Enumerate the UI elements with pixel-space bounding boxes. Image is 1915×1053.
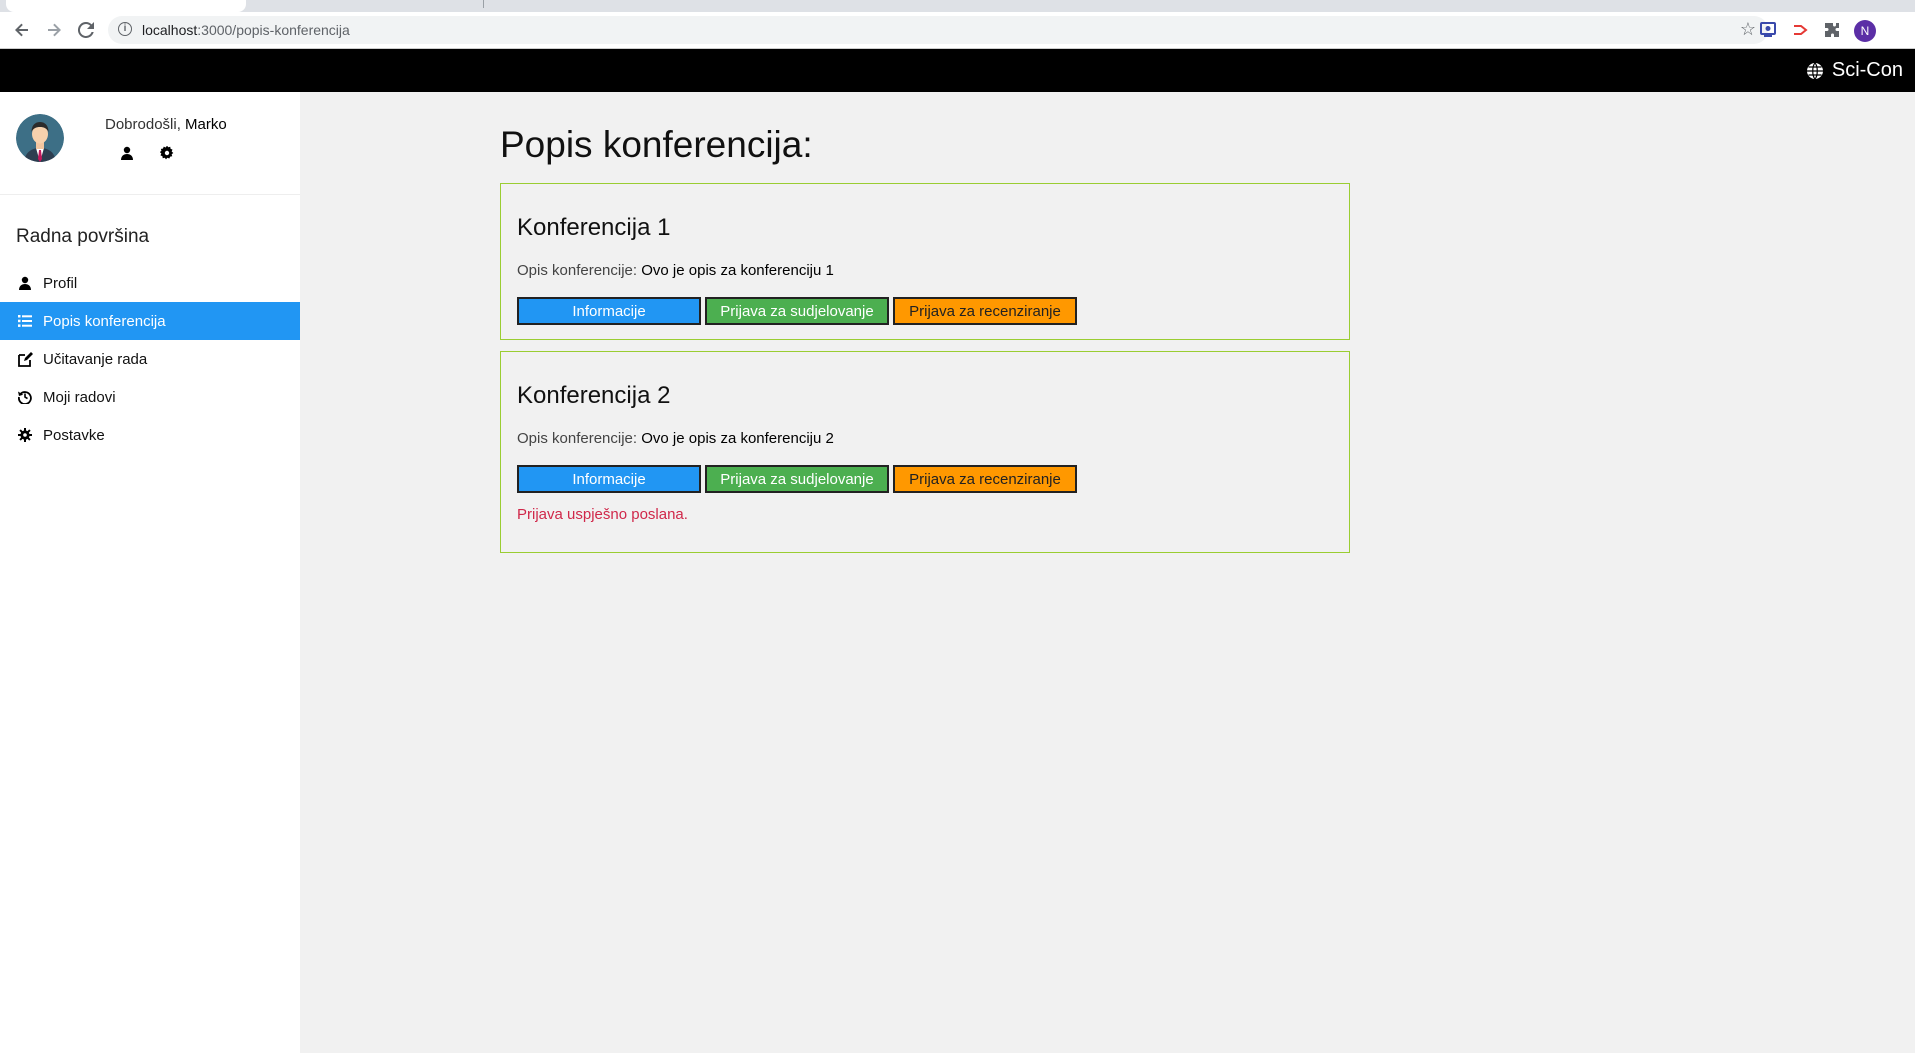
cast-extension-icon[interactable] [1790, 20, 1810, 40]
browser-tabstrip [0, 0, 1915, 12]
sidebar-item-ucitavanje-rada[interactable]: Učitavanje rada [0, 340, 300, 378]
forward-icon[interactable] [42, 18, 66, 42]
user-quick-actions [120, 145, 174, 165]
conference-name: Konferencija 2 [517, 382, 671, 409]
gear-icon [17, 427, 33, 443]
browser-tab-active[interactable] [6, 0, 246, 12]
participate-button[interactable]: Prijava za sudjelovanje [705, 297, 889, 325]
history-icon [17, 389, 33, 405]
conference-actions: Informacije Prijava za sudjelovanje Prij… [517, 465, 1077, 493]
success-message: Prijava uspješno poslana. [517, 506, 688, 523]
sidebar-menu: Profil Popis konferencija Učitavanje rad… [0, 264, 300, 454]
description-text: Ovo je opis za konferenciju 2 [641, 430, 834, 447]
welcome-prefix: Dobrodošli, [105, 116, 186, 133]
profile-avatar[interactable]: N [1854, 20, 1876, 42]
globe-icon [1806, 62, 1824, 80]
sidebar-item-moji-radovi[interactable]: Moji radovi [0, 378, 300, 416]
address-url: localhost:3000/popis-konferencija [142, 22, 350, 38]
description-text: Ovo je opis za konferenciju 1 [641, 262, 834, 279]
gear-icon[interactable] [159, 145, 174, 165]
bookmark-star-icon[interactable]: ☆ [1740, 19, 1756, 40]
browser-toolbar: i localhost:3000/popis-konferencija ☆ N [0, 12, 1915, 49]
info-button[interactable]: Informacije [517, 465, 701, 493]
sidebar-item-profil[interactable]: Profil [0, 264, 300, 302]
page-title: Popis konferencija: [500, 124, 813, 165]
user-avatar [16, 114, 64, 162]
edit-icon [17, 351, 33, 367]
sidebar-item-label: Popis konferencija [43, 312, 166, 330]
workspace-title: Radna površina [16, 226, 150, 247]
url-host: localhost [142, 22, 198, 38]
screen-capture-extension-icon[interactable] [1758, 20, 1778, 40]
welcome-text: Dobrodošli, Marko [105, 116, 227, 133]
conference-name: Konferencija 1 [517, 214, 671, 241]
brand-name: Sci-Con [1831, 59, 1903, 81]
sidebar-item-label: Učitavanje rada [43, 350, 148, 368]
conference-actions: Informacije Prijava za sudjelovanje Prij… [517, 297, 1077, 325]
list-icon [17, 313, 33, 329]
user-name: Marko [185, 116, 227, 133]
description-label: Opis konferencije: [517, 430, 642, 447]
user-icon[interactable] [120, 146, 134, 165]
conference-card: Konferencija 2 Opis konferencije: Ovo je… [500, 351, 1350, 553]
sidebar-item-label: Postavke [43, 426, 105, 444]
review-button[interactable]: Prijava za recenziranje [893, 297, 1077, 325]
extensions-puzzle-icon[interactable] [1822, 20, 1842, 40]
sidebar-item-label: Profil [43, 274, 78, 292]
sidebar-item-popis-konferencija[interactable]: Popis konferencija [0, 302, 300, 340]
tab-separator [483, 0, 484, 8]
reload-icon[interactable] [74, 18, 98, 42]
description-label: Opis konferencije: [517, 262, 642, 279]
conference-card: Konferencija 1 Opis konferencije: Ovo je… [500, 183, 1350, 340]
url-path: :3000/popis-konferencija [197, 22, 350, 38]
conference-description: Opis konferencije: Ovo je opis za konfer… [517, 262, 834, 279]
address-bar[interactable]: i localhost:3000/popis-konferencija ☆ [108, 16, 1768, 44]
sidebar-item-label: Moji radovi [43, 388, 116, 406]
review-button[interactable]: Prijava za recenziranje [893, 465, 1077, 493]
sidebar: Dobrodošli, Marko Radna površina Profil … [0, 92, 300, 1053]
site-info-icon[interactable]: i [118, 22, 132, 36]
info-button[interactable]: Informacije [517, 297, 701, 325]
brand[interactable]: Sci-Con [1806, 59, 1903, 82]
conference-description: Opis konferencije: Ovo je opis za konfer… [517, 430, 834, 447]
browser-tab-inactive[interactable] [252, 0, 484, 12]
participate-button[interactable]: Prijava za sudjelovanje [705, 465, 889, 493]
app-header: Sci-Con [0, 49, 1915, 92]
user-icon [17, 275, 33, 291]
user-block: Dobrodošli, Marko [0, 92, 300, 195]
sidebar-item-postavke[interactable]: Postavke [0, 416, 300, 454]
back-icon[interactable] [10, 18, 34, 42]
